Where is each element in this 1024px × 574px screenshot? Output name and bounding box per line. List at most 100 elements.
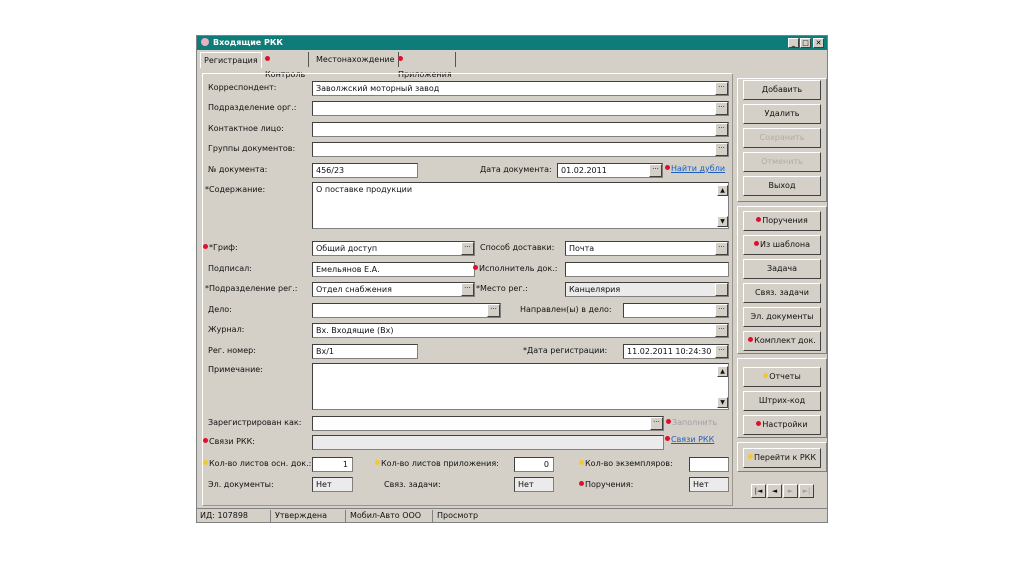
doc-groups-field[interactable]: ··· <box>312 142 729 157</box>
case-field[interactable]: ··· <box>312 303 501 318</box>
barcode-button[interactable]: Штрих-код <box>743 391 821 411</box>
status-state: Утверждена <box>272 510 346 522</box>
label-text: Связи РКК: <box>209 437 255 446</box>
doc-number-field[interactable]: 456/23 <box>312 163 418 178</box>
rkk-links-link[interactable]: Связи РКК <box>665 434 714 446</box>
registration-panel: Корреспондент: Заволжский моторный завод… <box>202 73 733 506</box>
add-button[interactable]: Добавить <box>743 80 821 100</box>
doc-date-label: Дата документа: <box>480 165 552 174</box>
linked-tasks-label: Связ. задачи: <box>384 480 441 489</box>
last-record-button[interactable]: ►| <box>799 484 814 498</box>
reg-place-label: *Место рег.: <box>476 284 528 293</box>
delivery-field[interactable]: Почта ··· <box>565 241 729 256</box>
note-textarea[interactable]: ▲ ▼ <box>312 363 729 410</box>
tab-location[interactable]: Местонахождение <box>313 52 399 67</box>
browse-button[interactable]: ··· <box>650 417 663 430</box>
fill-link: Заполнить <box>666 417 717 429</box>
browse-button[interactable]: ··· <box>715 242 728 255</box>
org-unit-field[interactable]: ··· <box>312 101 729 116</box>
browse-button[interactable]: ··· <box>715 143 728 156</box>
label-text: Кол-во экземпляров: <box>585 459 673 468</box>
calendar-button[interactable]: ··· <box>649 164 662 177</box>
settings-button[interactable]: Настройки <box>743 415 821 435</box>
doc-set-button[interactable]: Комплект док. <box>743 331 821 351</box>
button-label: Поручения <box>762 216 808 225</box>
required-marker-icon <box>473 265 478 270</box>
minimize-button[interactable]: _ <box>788 38 799 48</box>
field-value: Отдел снабжения <box>316 285 392 294</box>
note-label: Примечание: <box>208 365 263 374</box>
maximize-button[interactable]: □ <box>800 38 811 48</box>
sheets-main-field[interactable]: 1 <box>312 457 353 472</box>
scroll-up-icon[interactable]: ▲ <box>717 185 728 196</box>
prev-record-button[interactable]: ◄ <box>767 484 782 498</box>
doc-date-field[interactable]: 01.02.2011 ··· <box>557 163 663 178</box>
reg-number-field[interactable]: Вх/1 <box>312 344 418 359</box>
browse-button[interactable]: ··· <box>461 283 474 296</box>
browse-button[interactable]: ··· <box>461 242 474 255</box>
scroll-down-icon[interactable]: ▼ <box>717 216 728 227</box>
tab-attachments[interactable]: Приложения <box>395 52 456 79</box>
signed-field[interactable]: Емельянов Е.А. <box>312 262 475 277</box>
first-record-button[interactable]: |◄ <box>751 484 766 498</box>
task-button[interactable]: Задача <box>743 259 821 279</box>
registered-as-field[interactable]: ··· <box>312 416 664 431</box>
browse-button[interactable]: ··· <box>715 304 728 317</box>
contact-field[interactable]: ··· <box>312 122 729 137</box>
find-duplicates-link[interactable]: Найти дубли <box>665 163 725 175</box>
tab-registration[interactable]: Регистрация <box>200 52 262 68</box>
cancel-button[interactable]: Отменить <box>743 152 821 172</box>
exit-button[interactable]: Выход <box>743 176 821 196</box>
sheets-attach-label: Кол-во листов приложения: <box>375 458 499 470</box>
label-text: Кол-во листов приложения: <box>381 459 499 468</box>
contact-label: Контактное лицо: <box>208 124 284 133</box>
save-button[interactable]: Сохранить <box>743 128 821 148</box>
executor-field[interactable] <box>565 262 729 277</box>
executor-label: Исполнитель док.: <box>473 263 558 275</box>
button-label: Настройки <box>762 420 808 429</box>
browse-button[interactable]: ··· <box>715 324 728 337</box>
sent-to-case-field[interactable]: ··· <box>623 303 729 318</box>
browse-button[interactable]: ··· <box>715 123 728 136</box>
next-record-button[interactable]: ► <box>783 484 798 498</box>
reg-unit-field[interactable]: Отдел снабжения ··· <box>312 282 475 297</box>
required-marker-icon <box>756 217 762 222</box>
content-textarea[interactable]: О поставке продукции ▲ ▼ <box>312 182 729 229</box>
el-docs-button[interactable]: Эл. документы <box>743 307 821 327</box>
delete-button[interactable]: Удалить <box>743 104 821 124</box>
button-label: Отчеты <box>769 372 801 381</box>
calendar-button[interactable]: ··· <box>715 345 728 358</box>
reports-button[interactable]: Отчеты <box>743 367 821 387</box>
required-marker-icon <box>665 436 670 441</box>
label-text: Исполнитель док.: <box>479 264 558 273</box>
browse-button[interactable]: ··· <box>715 102 728 115</box>
assignments-button[interactable]: Поручения <box>743 211 821 231</box>
reg-date-field[interactable]: 11.02.2011 10:24:30 ··· <box>623 344 729 359</box>
el-docs-field: Нет <box>312 477 353 492</box>
linked-tasks-field: Нет <box>514 477 554 492</box>
copies-field[interactable] <box>689 457 729 472</box>
goto-rkk-button[interactable]: Перейти к РКК <box>743 448 821 468</box>
browse-button[interactable]: ··· <box>715 82 728 95</box>
sheets-attach-field[interactable]: 0 <box>514 457 554 472</box>
linked-tasks-button[interactable]: Связ. задачи <box>743 283 821 303</box>
field-value: 01.02.2011 <box>561 166 607 175</box>
rkk-links-field <box>312 435 664 450</box>
required-marker-icon <box>203 438 208 443</box>
from-template-button[interactable]: Из шаблона <box>743 235 821 255</box>
rkk-window: Входящие РКК _ □ ✕ Регистрация Контроль … <box>196 35 828 523</box>
grif-field[interactable]: Общий доступ ··· <box>312 241 475 256</box>
window-title: Входящие РКК <box>213 38 283 47</box>
required-marker-icon <box>265 56 270 61</box>
reg-unit-label: *Подразделение рег.: <box>205 284 298 293</box>
copies-label: Кол-во экземпляров: <box>579 458 673 470</box>
scroll-up-icon[interactable]: ▲ <box>717 366 728 377</box>
scroll-down-icon[interactable]: ▼ <box>717 397 728 408</box>
browse-button[interactable]: ··· <box>487 304 500 317</box>
app-icon <box>201 38 209 46</box>
tab-control[interactable]: Контроль <box>262 52 310 79</box>
close-button[interactable]: ✕ <box>813 38 824 48</box>
correspondent-field[interactable]: Заволжский моторный завод ··· <box>312 81 729 96</box>
button-label: Из шаблона <box>759 240 811 249</box>
journal-field[interactable]: Вх. Входящие (Вх) ··· <box>312 323 729 338</box>
